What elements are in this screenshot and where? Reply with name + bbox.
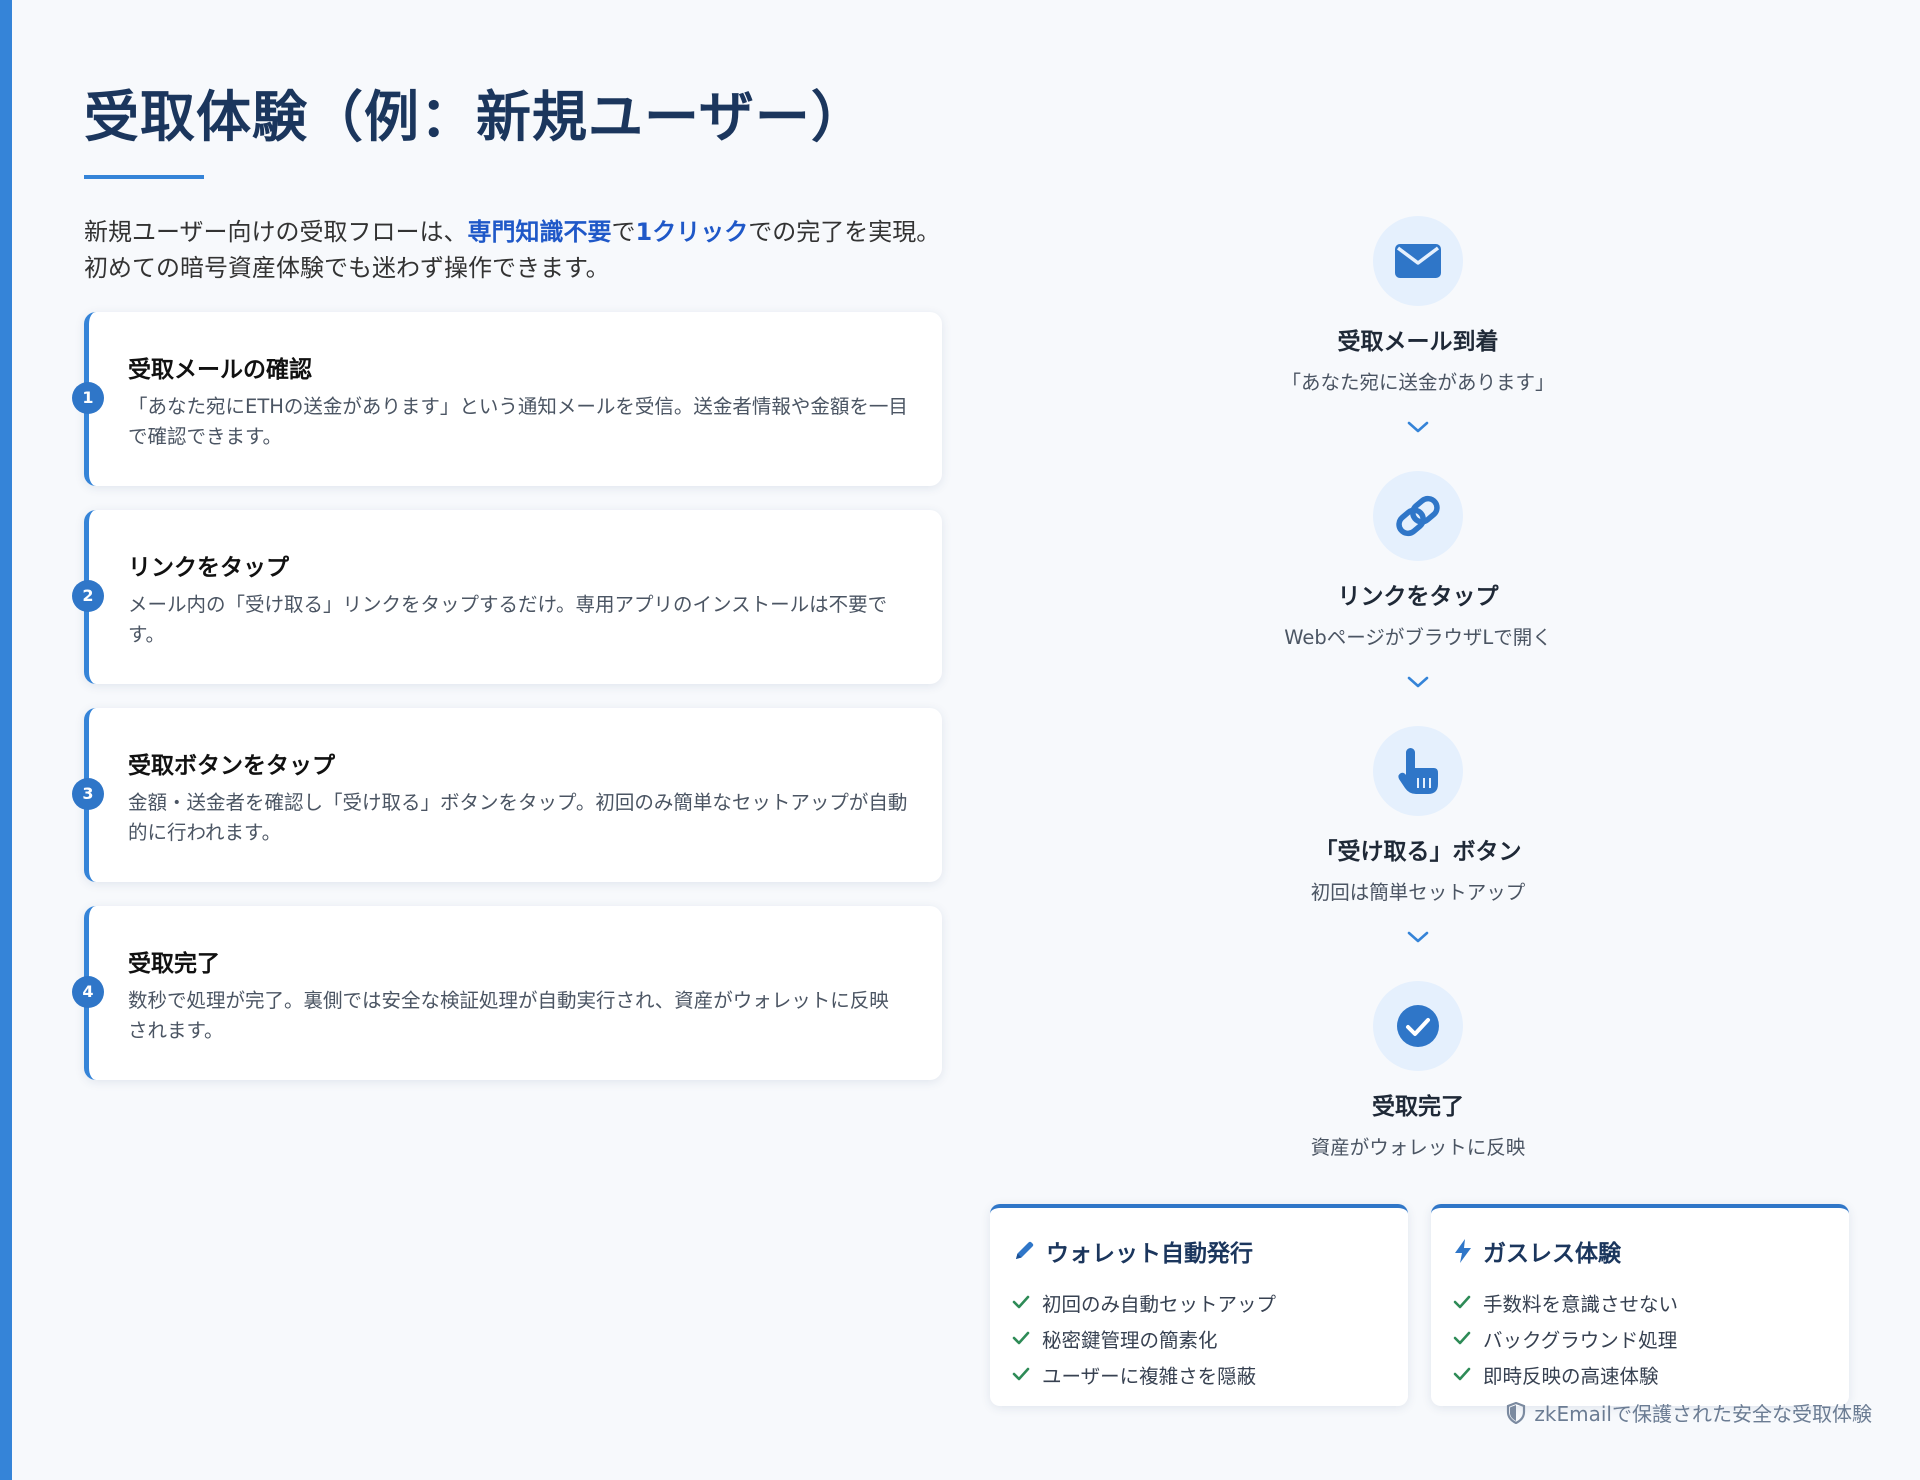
chevron-down-icon <box>1407 676 1429 688</box>
flow-step: 受取メール到着 「あなた宛に送金があります」 <box>1218 216 1618 395</box>
flow-icon-circle <box>1373 981 1463 1071</box>
intro-part: での完了を実現。 <box>748 218 941 246</box>
intro-emphasis: 1クリック <box>635 218 749 246</box>
flow-step-title: リンクをタップ <box>1337 584 1499 610</box>
flow-icon-circle <box>1373 216 1463 306</box>
feature-title-text: ガスレス体験 <box>1483 1241 1621 1267</box>
step-number-badge: 1 <box>72 382 104 414</box>
step-card: 3 受取ボタンをタップ 金額・送金者を確認し「受け取る」ボタンをタップ。初回のみ… <box>72 708 942 882</box>
check-icon <box>1453 1295 1471 1309</box>
list-item: 手数料を意識させない <box>1453 1284 1678 1320</box>
step-card: 1 受取メールの確認 「あなた宛にETHの送金があります」という通知メールを受信… <box>72 312 942 486</box>
step-title: リンクをタップ <box>128 555 289 581</box>
page-title: 受取体験（例：新規ユーザー） <box>84 85 867 149</box>
flow-icon-circle <box>1373 471 1463 561</box>
step-number-badge: 3 <box>72 778 104 810</box>
list-item: バックグラウンド処理 <box>1453 1320 1678 1356</box>
step-card: 2 リンクをタップ メール内の「受け取る」リンクをタップするだけ。専用アプリのイ… <box>72 510 942 684</box>
step-description: 数秒で処理が完了。裏側では安全な検証処理が自動実行され、資産がウォレットに反映さ… <box>128 989 889 1042</box>
check-icon <box>1012 1331 1030 1345</box>
feature-item-text: 即時反映の高速体験 <box>1483 1364 1659 1388</box>
step-description: メール内の「受け取る」リンクをタップするだけ。専用アプリのインストールは不要です… <box>128 593 888 646</box>
title-underline <box>84 175 204 179</box>
feature-list: 手数料を意識させない バックグラウンド処理 即時反映の高速体験 <box>1453 1284 1678 1392</box>
step-card: 4 受取完了 数秒で処理が完了。裏側では安全な検証処理が自動実行され、資産がウォ… <box>72 906 942 1080</box>
feature-item-text: 秘密鍵管理の簡素化 <box>1042 1328 1218 1352</box>
envelope-icon <box>1395 244 1441 278</box>
feature-card: ガスレス体験 手数料を意識させない バックグラウンド処理 即時反映の高速体験 <box>1431 1204 1849 1406</box>
check-icon <box>1453 1331 1471 1345</box>
check-icon <box>1012 1367 1030 1381</box>
intro-part: で <box>611 218 636 246</box>
step-description: 「あなた宛にETHの送金があります」という通知メールを受信。送金者情報や金額を一… <box>128 395 908 448</box>
step-description: 金額・送金者を確認し「受け取る」ボタンをタップ。初回のみ簡単なセットアップが自動… <box>128 791 908 844</box>
chevron-down-icon <box>1407 421 1429 433</box>
flow-step-title: 「受け取る」ボタン <box>1314 839 1522 865</box>
security-note: zkEmailで保護された安全な受取体験 <box>1506 1398 1872 1427</box>
intro-emphasis: 専門知識不要 <box>467 218 612 246</box>
shield-icon <box>1507 1401 1526 1424</box>
intro-part: 新規ユーザー向けの受取フローは、 <box>84 218 468 246</box>
feature-title: ウォレット自動発行 <box>1012 1234 1253 1268</box>
check-icon <box>1453 1367 1471 1381</box>
step-number-badge: 4 <box>72 976 104 1008</box>
step-title: 受取ボタンをタップ <box>128 753 335 779</box>
intro-line2: 初めての暗号資産体験でも迷わず操作できます。 <box>84 254 610 282</box>
flow-step-subtitle: WebページがブラウザLで開く <box>1284 626 1552 649</box>
bolt-icon <box>1455 1239 1471 1263</box>
pen-icon <box>1016 1241 1034 1259</box>
flow-step: 「受け取る」ボタン 初回は簡単セットアップ <box>1218 726 1618 905</box>
check-icon <box>1012 1295 1030 1309</box>
flow-step: 受取完了 資産がウォレットに反映 <box>1218 981 1618 1160</box>
list-item: 秘密鍵管理の簡素化 <box>1012 1320 1276 1356</box>
feature-item-text: 手数料を意識させない <box>1483 1292 1679 1316</box>
flow-step: リンクをタップ WebページがブラウザLで開く <box>1218 471 1618 650</box>
list-item: 即時反映の高速体験 <box>1453 1356 1678 1392</box>
flow-step-title: 受取完了 <box>1372 1094 1464 1120</box>
chevron-down-icon <box>1407 931 1429 943</box>
feature-item-text: ユーザーに複雑さを隠蔽 <box>1042 1364 1257 1388</box>
accent-bar <box>0 0 12 1480</box>
flow-step-subtitle: 初回は簡単セットアップ <box>1310 881 1526 904</box>
list-item: 初回のみ自動セットアップ <box>1012 1284 1276 1320</box>
flow-step-subtitle: 「あなた宛に送金があります」 <box>1281 371 1555 394</box>
flow-step-subtitle: 資産がウォレットに反映 <box>1310 1136 1526 1159</box>
list-item: ユーザーに複雑さを隠蔽 <box>1012 1356 1276 1392</box>
feature-item-text: バックグラウンド処理 <box>1483 1328 1678 1352</box>
flow-icon-circle <box>1373 726 1463 816</box>
intro-text: 新規ユーザー向けの受取フローは、専門知識不要で1クリックでの完了を実現。 初めて… <box>84 214 964 286</box>
security-note-text: zkEmailで保護された安全な受取体験 <box>1534 1402 1872 1426</box>
feature-item-text: 初回のみ自動セットアップ <box>1042 1292 1277 1316</box>
feature-title: ガスレス体験 <box>1453 1234 1621 1268</box>
hand-pointer-icon <box>1398 748 1438 794</box>
flow-step-title: 受取メール到着 <box>1337 329 1499 355</box>
link-icon <box>1396 495 1440 537</box>
feature-card: ウォレット自動発行 初回のみ自動セットアップ 秘密鍵管理の簡素化 ユーザーに複雑… <box>990 1204 1408 1406</box>
step-number-badge: 2 <box>72 580 104 612</box>
feature-list: 初回のみ自動セットアップ 秘密鍵管理の簡素化 ユーザーに複雑さを隠蔽 <box>1012 1284 1276 1392</box>
step-title: 受取完了 <box>128 951 220 977</box>
step-title: 受取メールの確認 <box>128 357 312 383</box>
check-circle-icon <box>1397 1005 1439 1047</box>
feature-title-text: ウォレット自動発行 <box>1046 1241 1253 1267</box>
